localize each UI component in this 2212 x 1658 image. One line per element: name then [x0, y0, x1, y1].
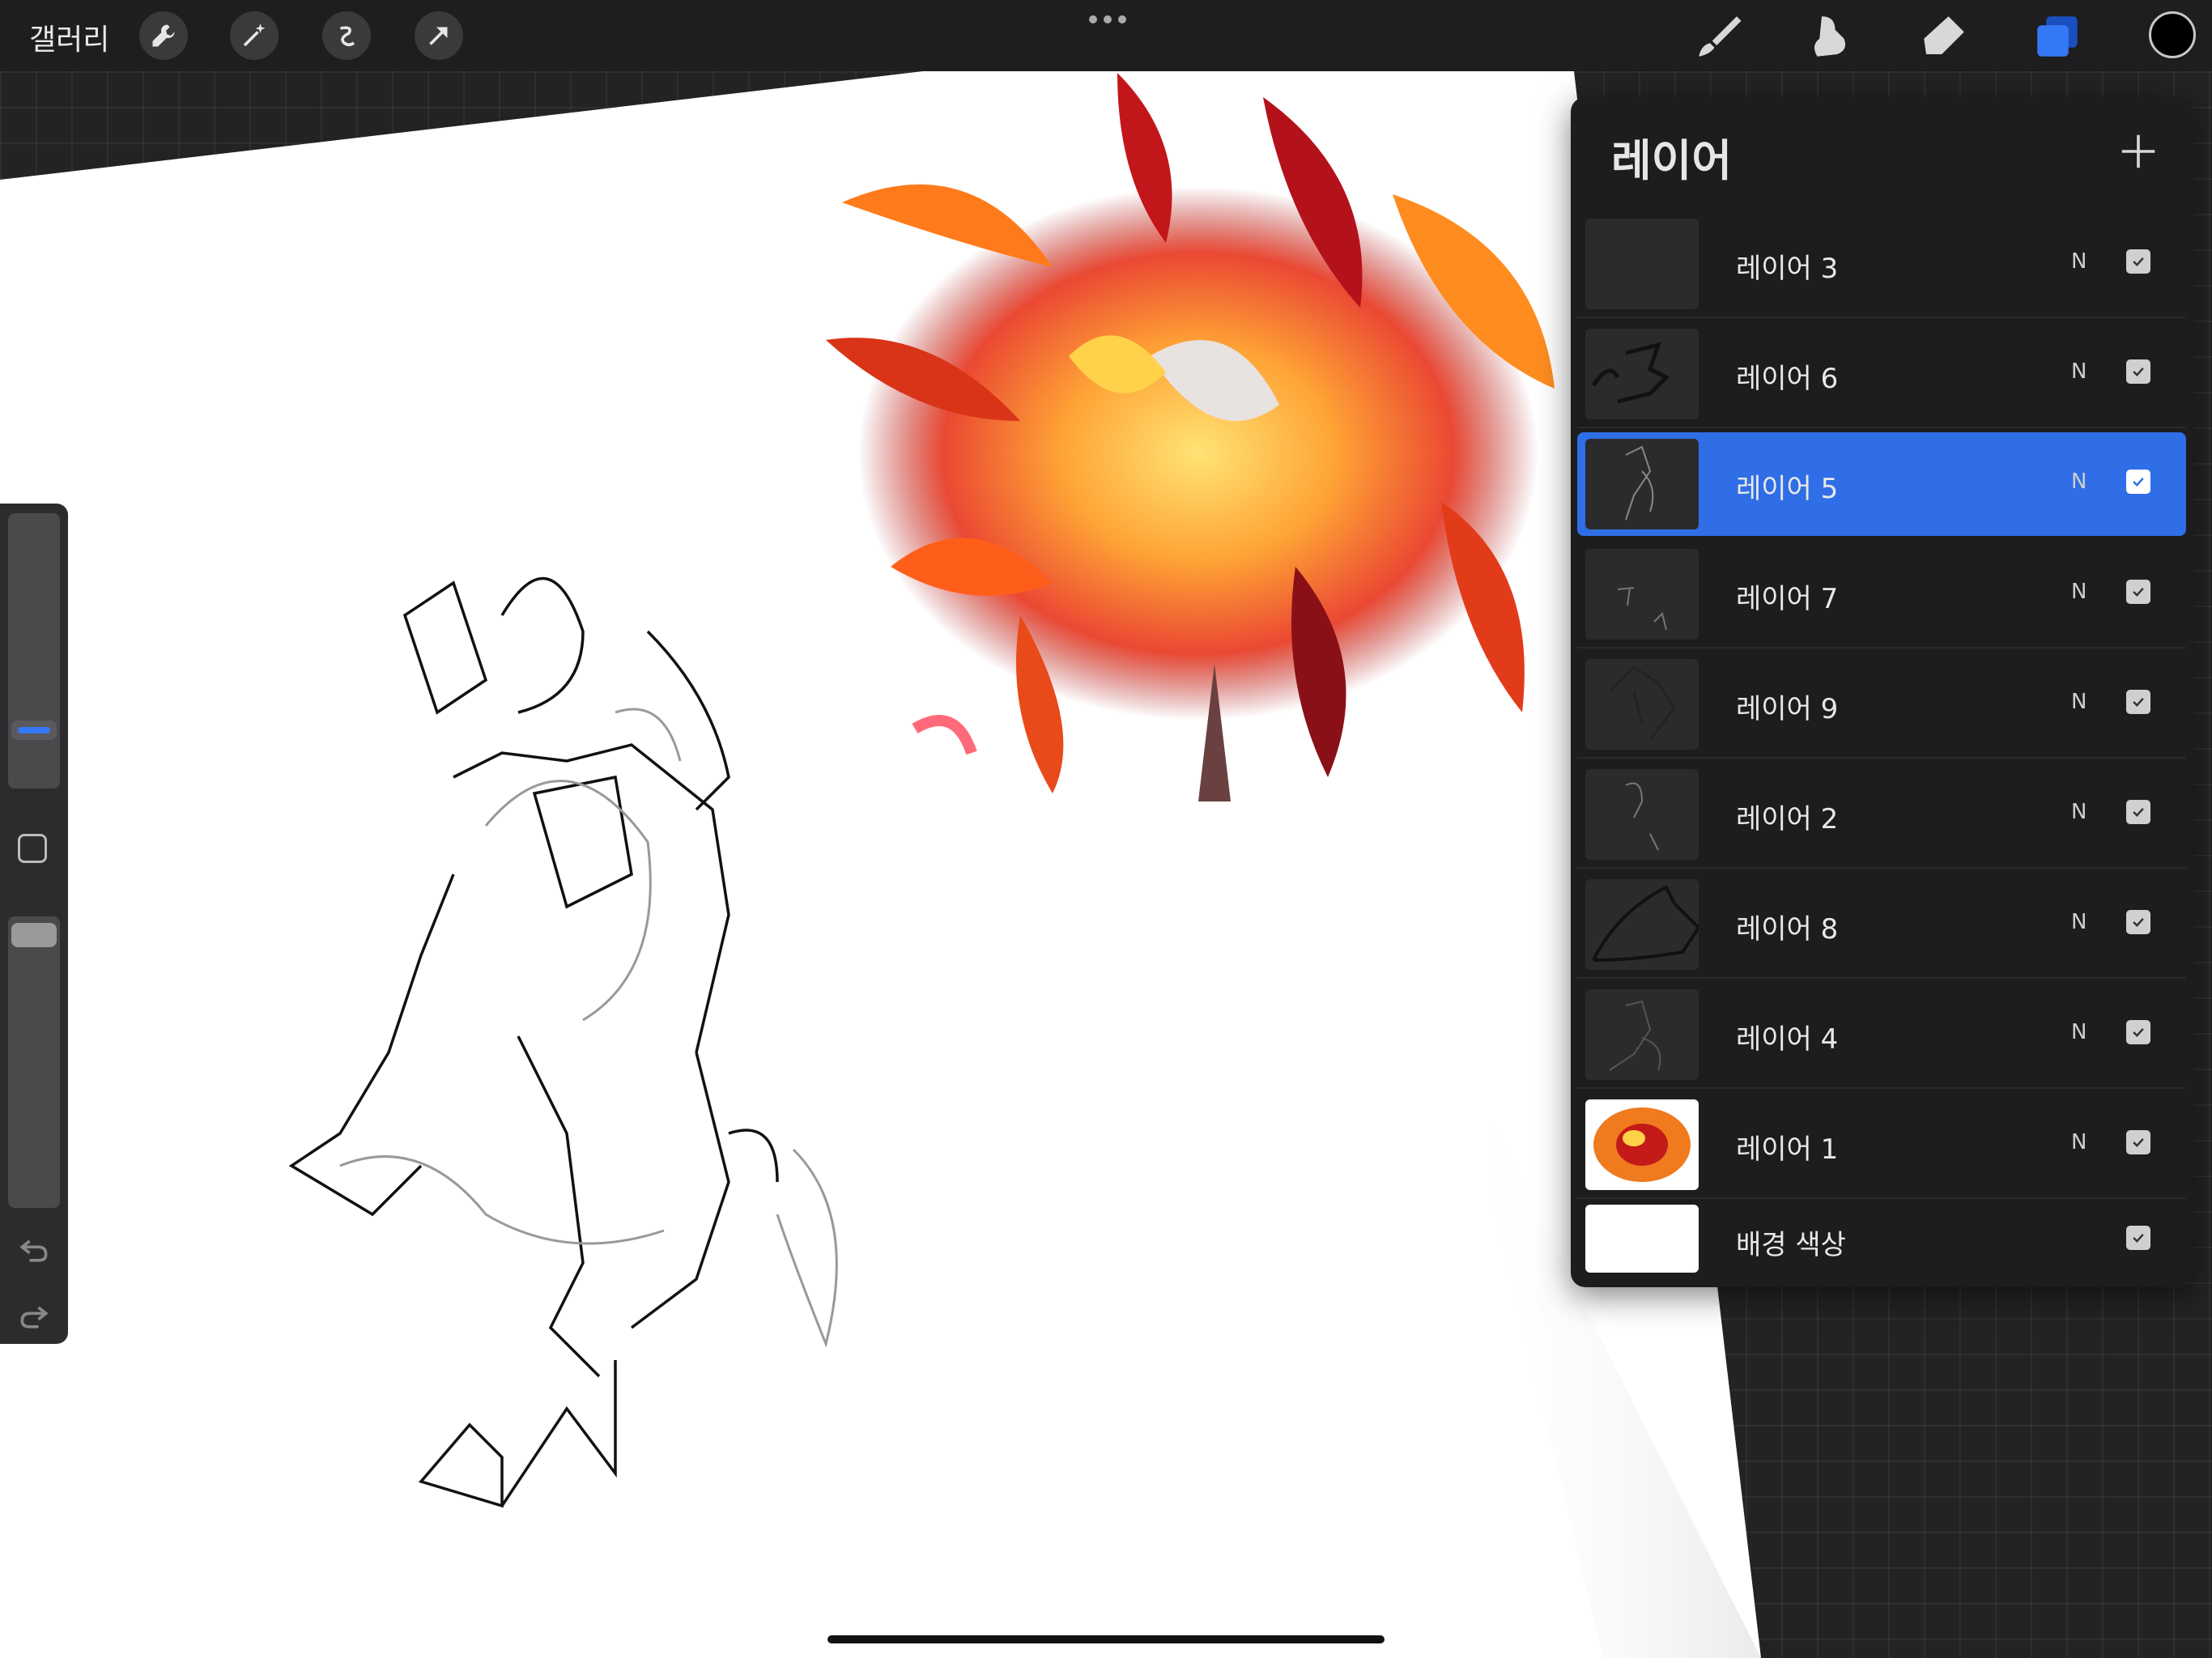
home-indicator [827, 1635, 1385, 1643]
layers-panel: 레이어 레이어 3 N 레이어 6 N 레이어 5 N 레이어 7 N 레이어 … [1571, 97, 2193, 1287]
layer-thumbnail [1585, 329, 1699, 419]
layer-visibility-checkbox[interactable] [2126, 800, 2150, 824]
opacity-thumb[interactable] [11, 923, 57, 947]
layer-visibility-checkbox[interactable] [2126, 249, 2150, 274]
blend-mode-button[interactable]: N [2071, 1020, 2087, 1044]
layer-thumbnail [1585, 989, 1699, 1080]
checkmark-icon [2133, 807, 2144, 817]
blend-mode-button[interactable]: N [2071, 1130, 2087, 1154]
gallery-button[interactable]: 갤러리 [29, 16, 109, 58]
layer-name: 레이어 3 [1736, 253, 1839, 285]
blend-mode-button[interactable]: N [2071, 800, 2087, 824]
layer-visibility-checkbox[interactable] [2126, 580, 2150, 604]
blend-mode-button[interactable]: N [2071, 359, 2087, 384]
blend-mode-button[interactable]: N [2071, 580, 2087, 604]
layer-visibility-checkbox[interactable] [2126, 359, 2150, 384]
layer-name: 레이어 8 [1736, 913, 1839, 946]
magic-wand-icon[interactable] [230, 11, 279, 60]
layer-thumbnail [1585, 659, 1699, 750]
add-layer-button[interactable] [2116, 130, 2160, 173]
checkmark-icon [2133, 367, 2144, 376]
layer-thumbnail [1585, 769, 1699, 860]
layer-row[interactable]: 레이어 6 N [1577, 322, 2186, 428]
layer-row[interactable]: 레이어 2 N [1577, 763, 2186, 869]
wrench-icon[interactable] [139, 11, 188, 60]
checkmark-icon [2133, 1137, 2144, 1147]
layers-icon[interactable] [2031, 10, 2084, 63]
opacity-slider[interactable] [8, 916, 60, 1208]
layer-row[interactable]: 레이어 3 N [1577, 212, 2186, 318]
layer-visibility-checkbox[interactable] [2126, 910, 2150, 934]
brush-size-thumb[interactable] [11, 721, 57, 740]
selection-icon[interactable] [322, 11, 371, 60]
brush-icon[interactable] [1692, 10, 1746, 63]
blend-mode-button[interactable]: N [2071, 910, 2087, 934]
redo-icon[interactable] [16, 1299, 52, 1334]
background-visibility-checkbox[interactable] [2126, 1226, 2150, 1250]
blend-mode-button[interactable]: N [2071, 470, 2087, 494]
checkmark-icon [2133, 477, 2144, 487]
layer-thumbnail [1585, 549, 1699, 640]
blend-mode-button[interactable]: N [2071, 690, 2087, 714]
checkmark-icon [2133, 257, 2144, 266]
color-swatch[interactable] [2149, 11, 2196, 58]
background-layer-name: 배경 색상 [1736, 1229, 1846, 1261]
undo-icon[interactable] [16, 1232, 52, 1268]
layer-row[interactable]: 레이어 9 N [1577, 653, 2186, 759]
left-sidebar [0, 504, 68, 1344]
layer-thumbnail [1585, 1099, 1699, 1190]
layer-name: 레이어 9 [1736, 693, 1839, 725]
layer-row-active[interactable]: 레이어 5 N [1577, 432, 2186, 536]
layer-thumbnail [1585, 219, 1699, 309]
layer-row[interactable]: 레이어 4 N [1577, 983, 2186, 1089]
layer-row[interactable]: 레이어 1 N [1577, 1093, 2186, 1199]
checkmark-icon [2133, 697, 2144, 707]
background-color-row[interactable]: 배경 색상 [1577, 1198, 2186, 1279]
layer-visibility-checkbox[interactable] [2126, 470, 2150, 494]
more-options-icon[interactable] [1088, 11, 1127, 28]
checkmark-icon [2133, 587, 2144, 597]
blend-mode-button[interactable]: N [2071, 249, 2087, 274]
eraser-icon[interactable] [1917, 10, 1971, 63]
smudge-icon[interactable] [1804, 10, 1857, 63]
layer-name: 레이어 5 [1736, 473, 1839, 505]
layer-row[interactable]: 레이어 7 N [1577, 542, 2186, 648]
checkmark-icon [2133, 1233, 2144, 1243]
checkmark-icon [2133, 1027, 2144, 1037]
layer-row[interactable]: 레이어 8 N [1577, 873, 2186, 979]
checkmark-icon [2133, 917, 2144, 927]
layer-name: 레이어 1 [1736, 1133, 1839, 1166]
layer-name: 레이어 4 [1736, 1023, 1839, 1056]
layer-name: 레이어 6 [1736, 363, 1839, 395]
layer-name: 레이어 7 [1736, 583, 1839, 615]
layer-thumbnail [1585, 879, 1699, 970]
layer-thumbnail [1585, 439, 1699, 529]
background-color-thumbnail [1585, 1205, 1699, 1273]
modify-button[interactable] [18, 834, 47, 863]
brush-size-slider[interactable] [8, 513, 60, 789]
layer-name: 레이어 2 [1736, 803, 1839, 835]
layer-visibility-checkbox[interactable] [2126, 690, 2150, 714]
transform-arrow-icon[interactable] [415, 11, 463, 60]
layer-visibility-checkbox[interactable] [2126, 1130, 2150, 1154]
layer-visibility-checkbox[interactable] [2126, 1020, 2150, 1044]
panel-title: 레이어 [1611, 135, 1733, 186]
top-toolbar: 갤러리 [0, 0, 2212, 71]
